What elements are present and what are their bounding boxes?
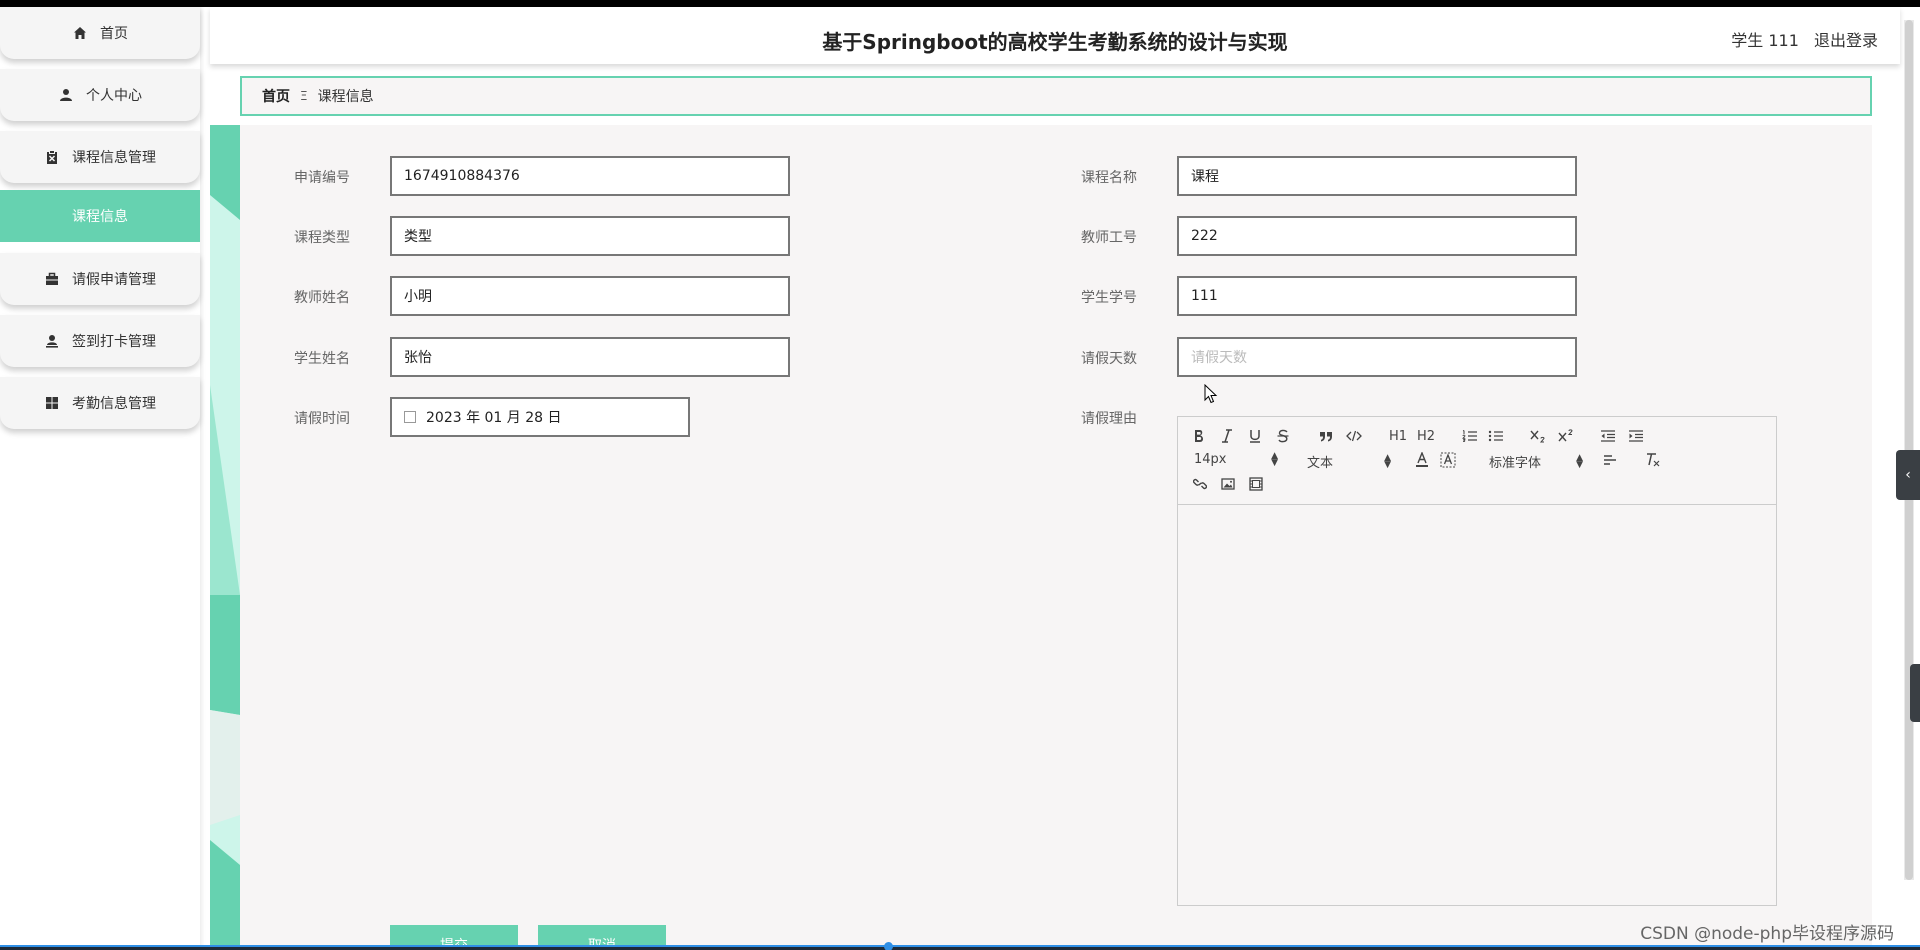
- user-name: 学生 111: [1731, 31, 1799, 50]
- editor-toolbar: H1 H2 14px ▲ ▼ 文本 ▲ ▼ 标准字体 ▲ ▼: [1178, 417, 1776, 505]
- header: 基于Springboot的高校学生考勤系统的设计与实现 学生 111 退出登录: [210, 7, 1900, 64]
- taskbar-edge: [0, 942, 1920, 950]
- form-label: 请假天数: [1081, 351, 1137, 367]
- align-left-icon[interactable]: [1602, 451, 1618, 469]
- font-color-icon[interactable]: [1414, 451, 1430, 469]
- subscript-icon[interactable]: [1530, 427, 1548, 445]
- home-icon: [72, 25, 88, 41]
- chevron-left-icon: ‹: [1905, 467, 1911, 483]
- image-icon[interactable]: [1220, 475, 1236, 493]
- leave-reason-editor: H1 H2 14px ▲ ▼ 文本 ▲ ▼ 标准字体 ▲ ▼: [1177, 416, 1777, 906]
- teacher-name-input[interactable]: 小明: [390, 276, 790, 316]
- form-label: 课程名称: [1081, 170, 1137, 186]
- code-icon[interactable]: [1346, 427, 1362, 445]
- block-type-select[interactable]: 文本 ▲ ▼: [1307, 452, 1391, 471]
- watermark: CSDN @node-php毕设程序源码: [1640, 924, 1894, 944]
- form-label: 学生学号: [1081, 290, 1137, 306]
- editor-content-area[interactable]: [1178, 505, 1776, 905]
- outdent-icon[interactable]: [1600, 427, 1616, 445]
- sidebar-item-leave-management[interactable]: 请假申请管理: [0, 253, 200, 305]
- application-number-input[interactable]: 1674910884376: [390, 156, 790, 196]
- calendar-checkbox-icon: [404, 411, 416, 423]
- clear-format-icon[interactable]: [1645, 451, 1661, 469]
- font-size-select[interactable]: 14px ▲ ▼: [1194, 450, 1278, 468]
- form-label: 教师姓名: [294, 290, 350, 306]
- bullet-list-icon[interactable]: [1488, 427, 1504, 445]
- ordered-list-icon[interactable]: [1462, 427, 1478, 445]
- logout-link[interactable]: 退出登录: [1814, 31, 1878, 50]
- underline-icon[interactable]: [1248, 427, 1262, 445]
- background-color-icon[interactable]: [1440, 451, 1456, 469]
- link-icon[interactable]: [1192, 475, 1208, 493]
- font-family-value: 标准字体: [1489, 456, 1542, 471]
- student-id-input[interactable]: 111: [1177, 276, 1577, 316]
- sidebar-item-course-management[interactable]: 课程信息管理: [0, 131, 200, 183]
- breadcrumb-separator: Ξ: [300, 89, 308, 103]
- breadcrumb-current: 课程信息: [317, 89, 374, 105]
- sidebar-item-label: 签到打卡管理: [72, 334, 156, 350]
- font-size-value: 14px: [1194, 452, 1227, 467]
- indent-icon[interactable]: [1628, 427, 1644, 445]
- sidebar-item-label: 个人中心: [86, 88, 142, 104]
- leave-date-picker[interactable]: 2023 年 01 月 28 日: [390, 397, 690, 437]
- breadcrumb-home[interactable]: 首页: [262, 86, 290, 106]
- window-top-edge: [0, 0, 1920, 7]
- sidebar-item-label: 课程信息: [72, 209, 128, 225]
- side-tab-handle[interactable]: [1910, 664, 1920, 722]
- form-label: 请假理由: [1081, 411, 1137, 427]
- blockquote-icon[interactable]: [1318, 427, 1334, 445]
- teacher-id-input[interactable]: 222: [1177, 216, 1577, 256]
- sidebar-item-profile[interactable]: 个人中心: [0, 69, 200, 121]
- course-type-input[interactable]: 类型: [390, 216, 790, 256]
- superscript-icon[interactable]: [1558, 427, 1576, 445]
- form-label: 教师工号: [1081, 230, 1137, 246]
- sidebar-item-course-info[interactable]: 课程信息: [0, 190, 200, 242]
- select-arrows-icon: ▲ ▼: [1271, 450, 1278, 468]
- select-arrows-icon: ▲ ▼: [1576, 452, 1583, 470]
- form-label: 学生姓名: [294, 351, 350, 367]
- sidebar-item-attendance-management[interactable]: 考勤信息管理: [0, 377, 200, 429]
- sidebar-item-label: 考勤信息管理: [72, 396, 156, 412]
- bold-icon[interactable]: [1192, 427, 1206, 445]
- video-icon[interactable]: [1248, 475, 1264, 493]
- breadcrumb: 首页 Ξ 课程信息: [240, 76, 1872, 116]
- sidebar-item-label: 课程信息管理: [72, 150, 156, 166]
- leave-date-value: 2023 年 01 月 28 日: [426, 410, 562, 426]
- course-name-input[interactable]: 课程: [1177, 156, 1577, 196]
- form-label: 课程类型: [294, 230, 350, 246]
- clipboard-icon: [44, 149, 60, 165]
- font-family-select[interactable]: 标准字体 ▲ ▼: [1489, 452, 1583, 471]
- sidebar-item-checkin-management[interactable]: 签到打卡管理: [0, 315, 200, 367]
- page-title: 基于Springboot的高校学生考勤系统的设计与实现: [822, 30, 1288, 54]
- user-area: 学生 111 退出登录: [1721, 27, 1878, 51]
- mouse-cursor-icon: [1204, 383, 1218, 408]
- grid-icon: [44, 395, 60, 411]
- person-stamp-icon: [44, 333, 60, 349]
- decorative-strip: [210, 125, 240, 950]
- sidebar-item-label: 请假申请管理: [72, 272, 156, 288]
- select-arrows-icon: ▲ ▼: [1384, 452, 1391, 470]
- header2-icon[interactable]: H2: [1416, 427, 1436, 445]
- progress-line: [0, 945, 1920, 947]
- collapse-panel-button[interactable]: ‹: [1896, 450, 1920, 500]
- sidebar-item-label: 首页: [100, 26, 128, 42]
- italic-icon[interactable]: [1220, 427, 1234, 445]
- leave-days-input[interactable]: 请假天数: [1177, 337, 1577, 377]
- student-name-input[interactable]: 张怡: [390, 337, 790, 377]
- progress-marker: [884, 942, 893, 950]
- header1-icon[interactable]: H1: [1388, 427, 1408, 445]
- sidebar: 首页 个人中心 课程信息管理 课程信息 请假申请管理 签到打卡管理 考勤信息管理: [0, 7, 200, 950]
- sidebar-item-home[interactable]: 首页: [0, 7, 200, 59]
- briefcase-icon: [44, 271, 60, 287]
- form-label: 请假时间: [294, 411, 350, 427]
- user-icon: [58, 87, 74, 103]
- block-type-value: 文本: [1307, 456, 1334, 471]
- form-label: 申请编号: [294, 170, 350, 186]
- form-panel: 申请编号 1674910884376 课程类型 类型 教师姓名 小明 学生姓名 …: [240, 125, 1872, 950]
- strikethrough-icon[interactable]: [1276, 427, 1290, 445]
